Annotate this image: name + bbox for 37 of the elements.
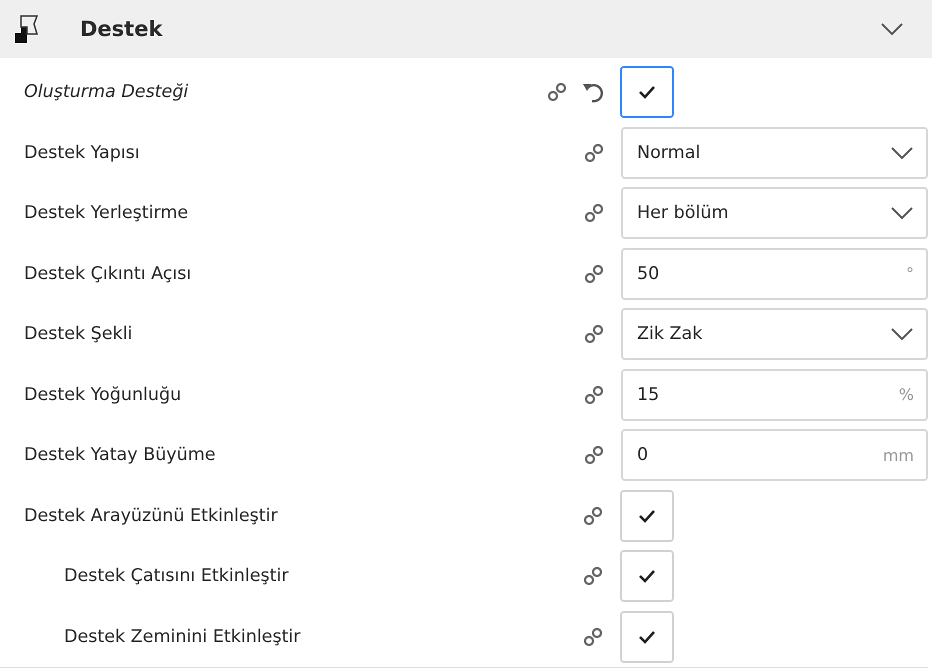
- setting-label: Destek Çatısını Etkinleştir: [63, 566, 290, 586]
- setting-label: Destek Zeminini Etkinleştir: [63, 626, 302, 647]
- chevron-down-icon: [890, 206, 914, 220]
- setting-label: Destek Yatay Büyüme: [23, 445, 217, 466]
- dropdown[interactable]: Zik Zak: [621, 308, 928, 360]
- checkbox[interactable]: [620, 66, 674, 118]
- chevron-down-icon: [890, 146, 914, 160]
- setting-label: Oluşturma Desteği: [23, 82, 190, 102]
- setting-label: Destek Yapısı: [23, 142, 141, 163]
- chevron-down-icon: [890, 327, 914, 342]
- link-icon[interactable]: [546, 81, 568, 104]
- setting-label: Destek Yerleştirme: [23, 203, 190, 224]
- setting-label: Destek Yoğunluğu: [23, 384, 182, 405]
- dropdown[interactable]: Normal: [621, 126, 928, 179]
- number-field[interactable]: 0 mm: [621, 429, 928, 482]
- setting-label: Destek Çıkıntı Açısı: [23, 264, 192, 284]
- link-icon[interactable]: [583, 202, 605, 224]
- link-icon[interactable]: [582, 626, 604, 648]
- check-icon: [637, 508, 657, 524]
- section-title: Destek: [80, 17, 164, 41]
- check-icon: [637, 628, 657, 645]
- collapse-button[interactable]: [880, 22, 904, 36]
- number-field[interactable]: 15 %: [621, 368, 928, 421]
- link-icon[interactable]: [582, 504, 604, 527]
- link-icon[interactable]: [582, 565, 604, 588]
- setting-label: Destek Şekli: [23, 324, 134, 344]
- link-icon[interactable]: [583, 142, 605, 164]
- dropdown[interactable]: Her bölüm: [621, 187, 928, 240]
- setting-label: Destek Arayüzünü Etkinleştir: [23, 506, 279, 526]
- check-icon: [637, 84, 657, 100]
- link-icon[interactable]: [583, 384, 605, 406]
- link-icon[interactable]: [583, 323, 605, 346]
- link-icon[interactable]: [583, 444, 605, 466]
- check-icon: [637, 568, 657, 584]
- link-icon[interactable]: [583, 262, 605, 285]
- support-icon: [14, 14, 40, 44]
- number-field[interactable]: 50 °: [621, 248, 928, 300]
